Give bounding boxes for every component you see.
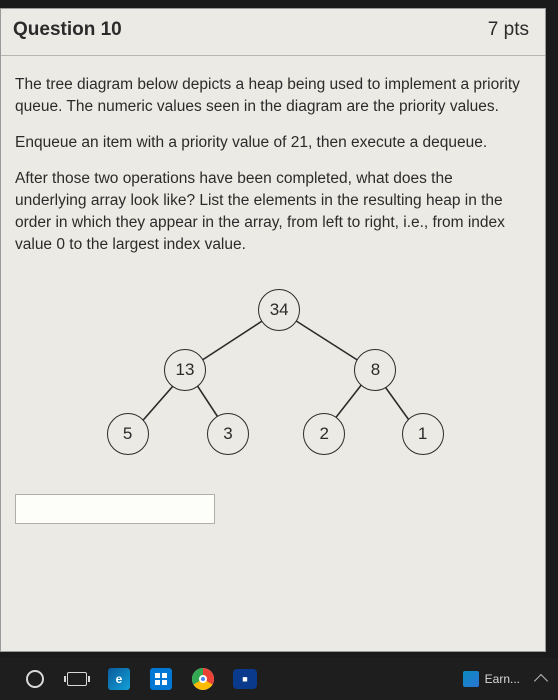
- question-points: 7 pts: [488, 19, 529, 41]
- chrome-icon[interactable]: [188, 664, 218, 694]
- tree-node: 13: [164, 349, 206, 391]
- quiz-panel: Question 10 7 pts The tree diagram below…: [0, 8, 546, 652]
- tree-node: 3: [207, 413, 249, 455]
- tree-diagram: 34 13 8 5 3 2 1: [15, 270, 527, 480]
- tree-node-root: 34: [258, 289, 300, 331]
- earn-label: Earn...: [485, 672, 520, 686]
- taskbar: e ■ Earn...: [0, 658, 558, 700]
- cortana-icon[interactable]: [20, 664, 50, 694]
- settings-icon[interactable]: [146, 664, 176, 694]
- question-title: Question 10: [13, 19, 122, 41]
- task-view-icon[interactable]: [62, 664, 92, 694]
- question-paragraph: The tree diagram below depicts a heap be…: [15, 74, 527, 118]
- question-header: Question 10 7 pts: [1, 9, 545, 56]
- earn-icon: [463, 671, 479, 687]
- question-paragraph: After those two operations have been com…: [15, 168, 527, 256]
- question-paragraph: Enqueue an item with a priority value of…: [15, 132, 527, 154]
- tree-node: 8: [354, 349, 396, 391]
- earn-button[interactable]: Earn...: [463, 671, 546, 687]
- answer-input[interactable]: [15, 494, 215, 524]
- tree-node: 5: [107, 413, 149, 455]
- camera-icon[interactable]: ■: [230, 664, 260, 694]
- tree-node: 1: [402, 413, 444, 455]
- edge-icon[interactable]: e: [104, 664, 134, 694]
- tree-node: 2: [303, 413, 345, 455]
- question-body: The tree diagram below depicts a heap be…: [1, 56, 545, 534]
- chevron-up-icon: [534, 674, 548, 688]
